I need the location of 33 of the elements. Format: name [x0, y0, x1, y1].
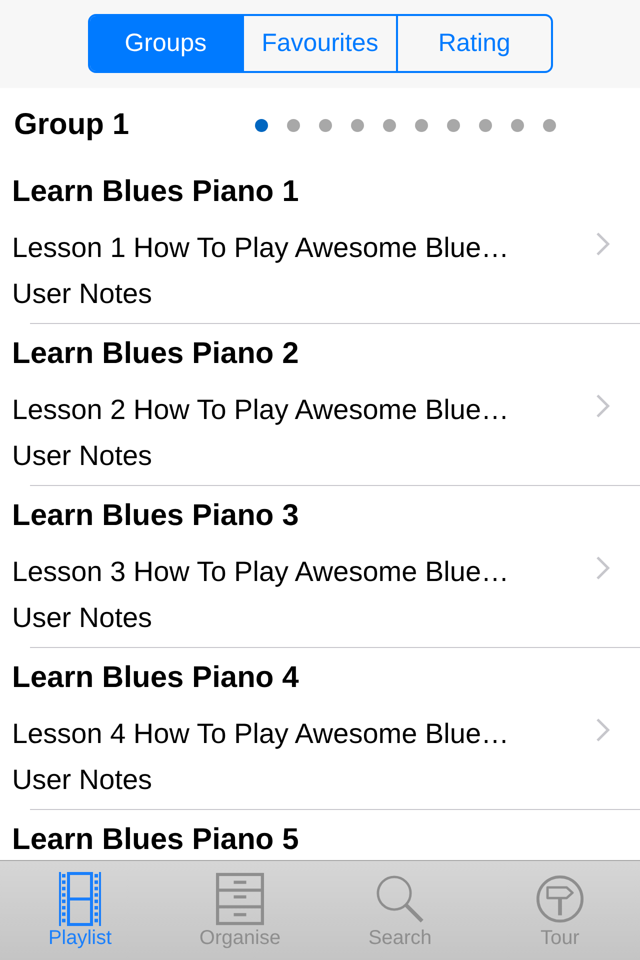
- page-dot-icon[interactable]: [319, 118, 332, 132]
- lesson-subtitle[interactable]: Lesson 4 How To Play Awesome Blue…: [12, 715, 510, 753]
- user-notes-text[interactable]: User Notes: [12, 275, 152, 313]
- user-notes-text[interactable]: User Notes: [12, 437, 152, 475]
- user-notes-text[interactable]: User Notes: [12, 599, 152, 637]
- page-dot-icon[interactable]: [287, 118, 300, 132]
- lesson-title[interactable]: Learn Blues Piano 1: [12, 173, 299, 211]
- chevron-icon[interactable]: [596, 232, 610, 256]
- film-strip-icon: [56, 872, 104, 926]
- page-dot-icon[interactable]: [415, 118, 428, 132]
- chevron-icon[interactable]: [596, 556, 610, 580]
- lesson-subtitle[interactable]: Lesson 3 How To Play Awesome Blue…: [12, 553, 510, 591]
- segment-tab[interactable]: Favourites: [242, 16, 396, 71]
- lesson-title[interactable]: Learn Blues Piano 5: [12, 821, 299, 859]
- lesson-title[interactable]: Learn Blues Piano 4: [12, 659, 299, 697]
- lesson-subtitle[interactable]: Lesson 1 How To Play Awesome Blue…: [12, 229, 510, 267]
- lesson-title[interactable]: Learn Blues Piano 2: [12, 335, 299, 373]
- lesson-title[interactable]: Learn Blues Piano 3: [12, 497, 299, 535]
- user-notes-text[interactable]: User Notes: [12, 761, 152, 799]
- page-dot-icon[interactable]: [351, 118, 364, 132]
- chevron-icon[interactable]: [596, 718, 610, 742]
- page-dot-icon[interactable]: [255, 118, 268, 132]
- page-dot-icon[interactable]: [511, 118, 524, 132]
- lesson-subtitle[interactable]: Lesson 2 How To Play Awesome Blue…: [12, 391, 510, 429]
- segment-tab[interactable]: Groups: [90, 16, 242, 71]
- chevron-icon[interactable]: [596, 394, 610, 418]
- segment-tab[interactable]: Rating: [396, 16, 550, 71]
- filing-cabinet-icon: [216, 872, 264, 926]
- page-dot-icon[interactable]: [447, 118, 460, 132]
- group-title: Group 1: [14, 107, 130, 143]
- page-dot-icon[interactable]: [543, 118, 556, 132]
- page-dot-icon[interactable]: [479, 118, 492, 132]
- page-dot-icon[interactable]: [383, 118, 396, 132]
